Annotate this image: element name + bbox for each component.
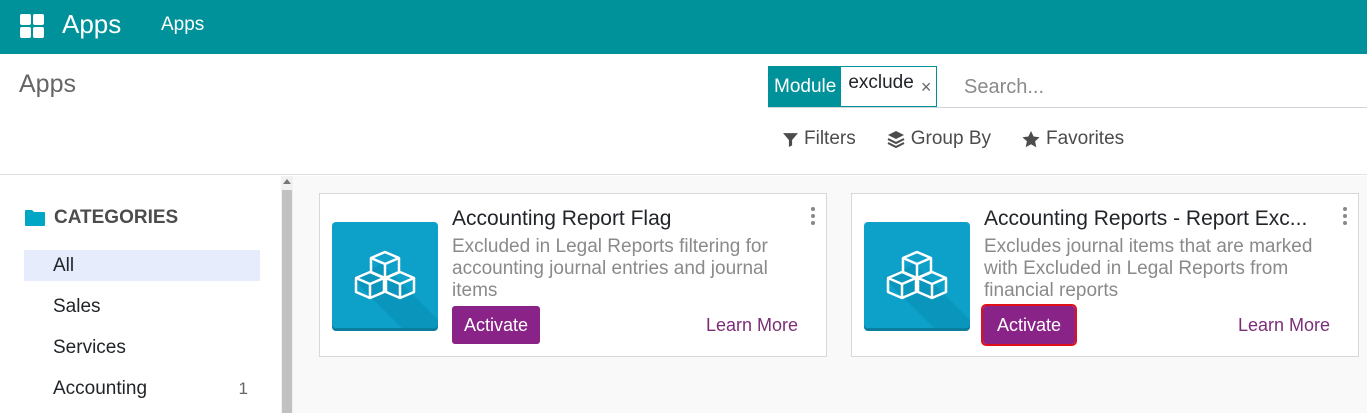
app-title: Accounting Report Flag — [452, 207, 672, 230]
app-description: Excluded in Legal Reports filtering for … — [452, 236, 768, 301]
top-navbar: Apps Apps — [0, 0, 1367, 54]
activate-button[interactable]: Activate — [452, 306, 540, 344]
app-card[interactable]: Accounting Reports - Report Exc... Exclu… — [851, 193, 1359, 357]
learn-more-link[interactable]: Learn More — [1238, 315, 1330, 336]
facet-value: exclude — [841, 67, 921, 106]
app-description: Excludes journal items that are marked w… — [984, 236, 1313, 301]
category-item-all[interactable]: All — [24, 250, 260, 281]
category-item-services[interactable]: Services — [24, 332, 260, 363]
group-by-label: Group By — [910, 128, 991, 149]
scroll-up-icon[interactable] — [283, 179, 291, 184]
group-by-button[interactable]: Group By — [886, 128, 991, 150]
kebab-menu-icon[interactable] — [811, 207, 816, 225]
category-label: Services — [53, 337, 126, 358]
app-card[interactable]: Accounting Report Flag Excluded in Legal… — [319, 193, 827, 357]
module-icon — [864, 222, 970, 328]
layers-icon — [887, 131, 905, 149]
category-label: All — [53, 255, 75, 276]
categories-header: CATEGORIES — [24, 207, 178, 229]
app-grid-icon[interactable] — [18, 12, 46, 40]
facet-remove-icon[interactable]: × — [921, 67, 937, 106]
sidebar-scrollbar[interactable] — [281, 176, 293, 413]
app-title: Accounting Reports - Report Exc... — [984, 207, 1308, 230]
categories-title: CATEGORIES — [54, 207, 179, 228]
module-icon — [332, 222, 438, 328]
search-facet: Module exclude × — [768, 66, 938, 107]
search-bar: Module exclude × — [768, 66, 1367, 108]
category-count: 1 — [238, 379, 248, 398]
search-options: Filters Group By Favorites — [782, 125, 1154, 153]
apps-kanban: Accounting Report Flag Excluded in Legal… — [293, 176, 1367, 413]
favorites-label: Favorites — [1046, 128, 1125, 149]
filters-button[interactable]: Filters — [782, 128, 856, 150]
category-sidebar: CATEGORIES All Sales Services Accounting… — [0, 176, 281, 413]
category-label: Sales — [53, 296, 101, 317]
star-icon — [1022, 130, 1040, 147]
activate-button[interactable]: Activate — [981, 304, 1077, 346]
learn-more-link[interactable]: Learn More — [706, 315, 798, 336]
control-panel: Apps Module exclude × Filters Group By F… — [0, 54, 1367, 175]
page-title: Apps — [19, 70, 76, 98]
search-input[interactable] — [960, 70, 1360, 104]
nav-menu-apps[interactable]: Apps — [161, 14, 204, 36]
category-item-accounting[interactable]: Accounting 1 — [24, 373, 260, 404]
filters-label: Filters — [804, 128, 856, 149]
facet-label: Module — [769, 67, 842, 106]
app-brand[interactable]: Apps — [62, 9, 121, 40]
category-label: Accounting — [53, 378, 148, 399]
filter-icon — [783, 132, 798, 147]
folder-icon — [25, 210, 45, 226]
scroll-thumb[interactable] — [282, 190, 292, 413]
favorites-button[interactable]: Favorites — [1021, 128, 1124, 150]
kebab-menu-icon[interactable] — [1343, 207, 1348, 225]
category-item-sales[interactable]: Sales — [24, 291, 260, 322]
